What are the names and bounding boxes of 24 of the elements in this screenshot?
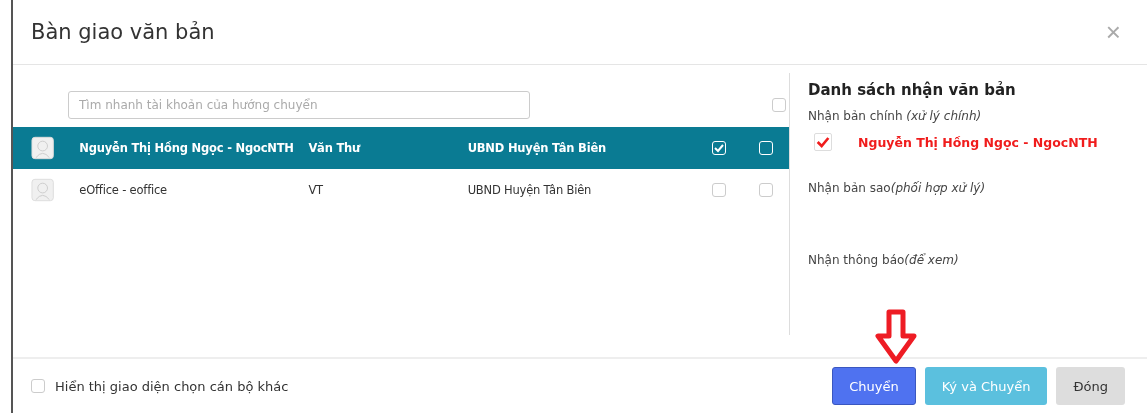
group-label: Nhận thông báo(để xem) xyxy=(808,253,960,267)
avatar-icon xyxy=(31,178,55,202)
recipient-checkbox[interactable] xyxy=(814,133,832,151)
option-checkbox[interactable] xyxy=(31,379,45,393)
search-field[interactable]: Tìm nhanh tài khoản của hướng chuyển xyxy=(68,91,530,119)
transfer-button[interactable]: Chuyển xyxy=(832,367,916,405)
group-label: Nhận bản chính (xử lý chính) xyxy=(808,109,983,123)
main-checkbox[interactable] xyxy=(712,183,727,197)
recipient-name: Nguyễn Thị Hồng Ngọc - NgocNTH xyxy=(858,134,1098,150)
option-label: Hiển thị giao diện chọn cán bộ khác xyxy=(55,378,289,394)
select-all-checkbox[interactable] xyxy=(772,98,786,112)
user-name: eOffice - eoffice xyxy=(79,183,168,197)
copy-checkbox[interactable] xyxy=(758,183,773,197)
group-label: Nhận bản sao(phối hợp xử lý) xyxy=(808,181,987,195)
user-name: Nguyễn Thị Hồng Ngọc - NgocNTH xyxy=(79,141,295,155)
user-row[interactable]: eOffice - eoffice VT UBND Huyện Tân Biên xyxy=(13,169,789,211)
avatar-icon xyxy=(31,136,55,160)
user-role: VT xyxy=(308,183,324,197)
user-unit: UBND Huyện Tân Biên xyxy=(467,183,593,197)
user-unit: UBND Huyện Tân Biên xyxy=(467,141,607,155)
user-role: Văn Thư xyxy=(308,141,362,155)
close-dialog-button[interactable]: Đóng xyxy=(1056,367,1125,405)
panel-title: Danh sách nhận văn bản xyxy=(808,81,1017,99)
dialog-title: Bàn giao văn bản xyxy=(31,20,215,44)
